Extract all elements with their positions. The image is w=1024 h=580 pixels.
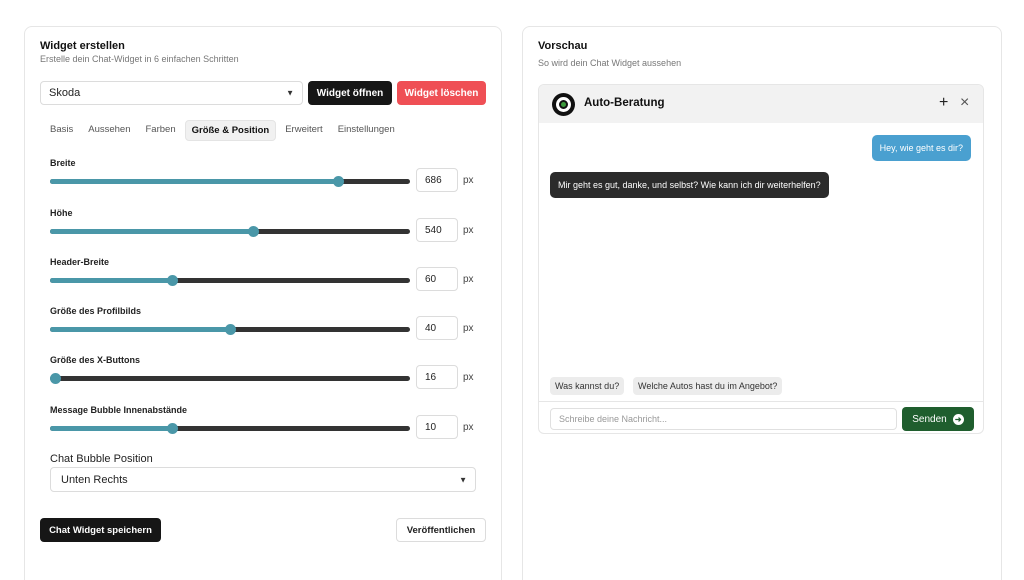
slider-label: Message Bubble Innenabstände	[50, 405, 188, 415]
slider-thumb[interactable]	[225, 324, 236, 335]
breite-input[interactable]: 686	[416, 168, 458, 192]
position-select-value: Unten Rechts	[61, 473, 128, 486]
chat-bubble-position-select[interactable]: Unten Rechts ▼	[50, 467, 476, 492]
tab-basis[interactable]: Basis	[44, 120, 79, 141]
skoda-logo-icon	[556, 97, 571, 112]
tab-farben[interactable]: Farben	[140, 120, 182, 141]
x-button-input[interactable]: 16	[416, 365, 458, 389]
slider-thumb[interactable]	[50, 373, 61, 384]
unit-label: px	[463, 422, 474, 433]
slider-thumb[interactable]	[167, 275, 179, 286]
slider-label: Breite	[50, 158, 76, 168]
builder-tabs: Basis Aussehen Farben Größe & Position E…	[44, 120, 404, 141]
slider-thumb[interactable]	[248, 226, 260, 237]
widget-select[interactable]: Skoda ▼	[40, 81, 303, 105]
chat-footer: Schreibe deine Nachricht... Senden ➜	[539, 401, 983, 433]
slider-track[interactable]	[50, 226, 410, 237]
avatar	[552, 93, 575, 116]
arrow-right-icon: ➜	[952, 413, 964, 425]
unit-label: px	[463, 372, 474, 383]
slider-track[interactable]	[50, 423, 410, 434]
tab-aussehen[interactable]: Aussehen	[82, 120, 136, 141]
preview-subtitle: So wird dein Chat Widget aussehen	[538, 58, 682, 68]
slider-hoehe: Höhe 540 px	[50, 208, 480, 252]
slider-fill	[50, 426, 173, 431]
send-label: Senden	[912, 413, 947, 425]
slider-track[interactable]	[50, 373, 410, 384]
open-widget-button[interactable]: Widget öffnen	[308, 81, 392, 105]
slider-fill	[50, 179, 338, 184]
slider-x-button: Größe des X-Buttons 16 px	[50, 355, 480, 399]
chevron-down-icon: ▼	[459, 475, 467, 484]
widget-builder-card	[24, 26, 502, 580]
slider-profilbild: Größe des Profilbilds 40 px	[50, 306, 480, 350]
bot-message-bubble: Mir geht es gut, danke, und selbst? Wie …	[550, 172, 829, 198]
tab-groesse-position[interactable]: Größe & Position	[184, 120, 277, 141]
unit-label: px	[463, 274, 474, 285]
profilbild-input[interactable]: 40	[416, 316, 458, 340]
hoehe-input[interactable]: 540	[416, 218, 458, 242]
tab-erweitert[interactable]: Erweitert	[279, 120, 328, 141]
suggestion-chip[interactable]: Was kannst du?	[550, 377, 625, 395]
slider-label: Header-Breite	[50, 257, 110, 267]
slider-thumb[interactable]	[333, 176, 344, 187]
publish-button[interactable]: Veröffentlichen	[396, 518, 486, 542]
plus-icon[interactable]: +	[939, 95, 948, 111]
widget-select-value: Skoda	[49, 87, 81, 99]
builder-subtitle: Erstelle dein Chat-Widget in 6 einfachen…	[40, 54, 239, 64]
slider-fill	[50, 278, 173, 283]
suggestion-chip[interactable]: Welche Autos hast du im Angebot?	[633, 377, 783, 395]
slider-track[interactable]	[50, 176, 410, 187]
slider-label: Größe des Profilbilds	[50, 306, 142, 316]
user-message-bubble: Hey, wie geht es dir?	[871, 135, 971, 161]
slider-label: Größe des X-Buttons	[50, 355, 141, 365]
slider-fill	[50, 229, 254, 234]
delete-widget-button[interactable]: Widget löschen	[397, 81, 486, 105]
message-input[interactable]: Schreibe deine Nachricht...	[550, 408, 897, 430]
slider-track[interactable]	[50, 275, 410, 286]
chat-preview: Auto-Beratung + × Hey, wie geht es dir? …	[538, 84, 984, 434]
slider-breite: Breite 686 px	[50, 158, 480, 202]
unit-label: px	[463, 175, 474, 186]
chat-header: Auto-Beratung + ×	[539, 85, 983, 123]
tab-einstellungen[interactable]: Einstellungen	[332, 120, 401, 141]
send-button[interactable]: Senden ➜	[902, 407, 974, 431]
slider-header-breite: Header-Breite 60 px	[50, 257, 480, 301]
slider-thumb[interactable]	[167, 423, 179, 434]
builder-title: Widget erstellen	[40, 40, 125, 52]
close-icon[interactable]: ×	[960, 95, 969, 111]
unit-label: px	[463, 225, 474, 236]
slider-track[interactable]	[50, 324, 410, 335]
save-widget-button[interactable]: Chat Widget speichern	[40, 518, 161, 542]
chat-bubble-position-label: Chat Bubble Position	[50, 453, 153, 465]
bot-name: Auto-Beratung	[584, 97, 665, 109]
bubble-padding-input[interactable]: 10	[416, 415, 458, 439]
slider-bubble-padding: Message Bubble Innenabstände 10 px	[50, 405, 480, 449]
chevron-down-icon: ▼	[286, 88, 294, 98]
slider-fill	[50, 327, 230, 332]
slider-label: Höhe	[50, 208, 73, 218]
preview-title: Vorschau	[538, 40, 588, 52]
header-breite-input[interactable]: 60	[416, 267, 458, 291]
unit-label: px	[463, 323, 474, 334]
